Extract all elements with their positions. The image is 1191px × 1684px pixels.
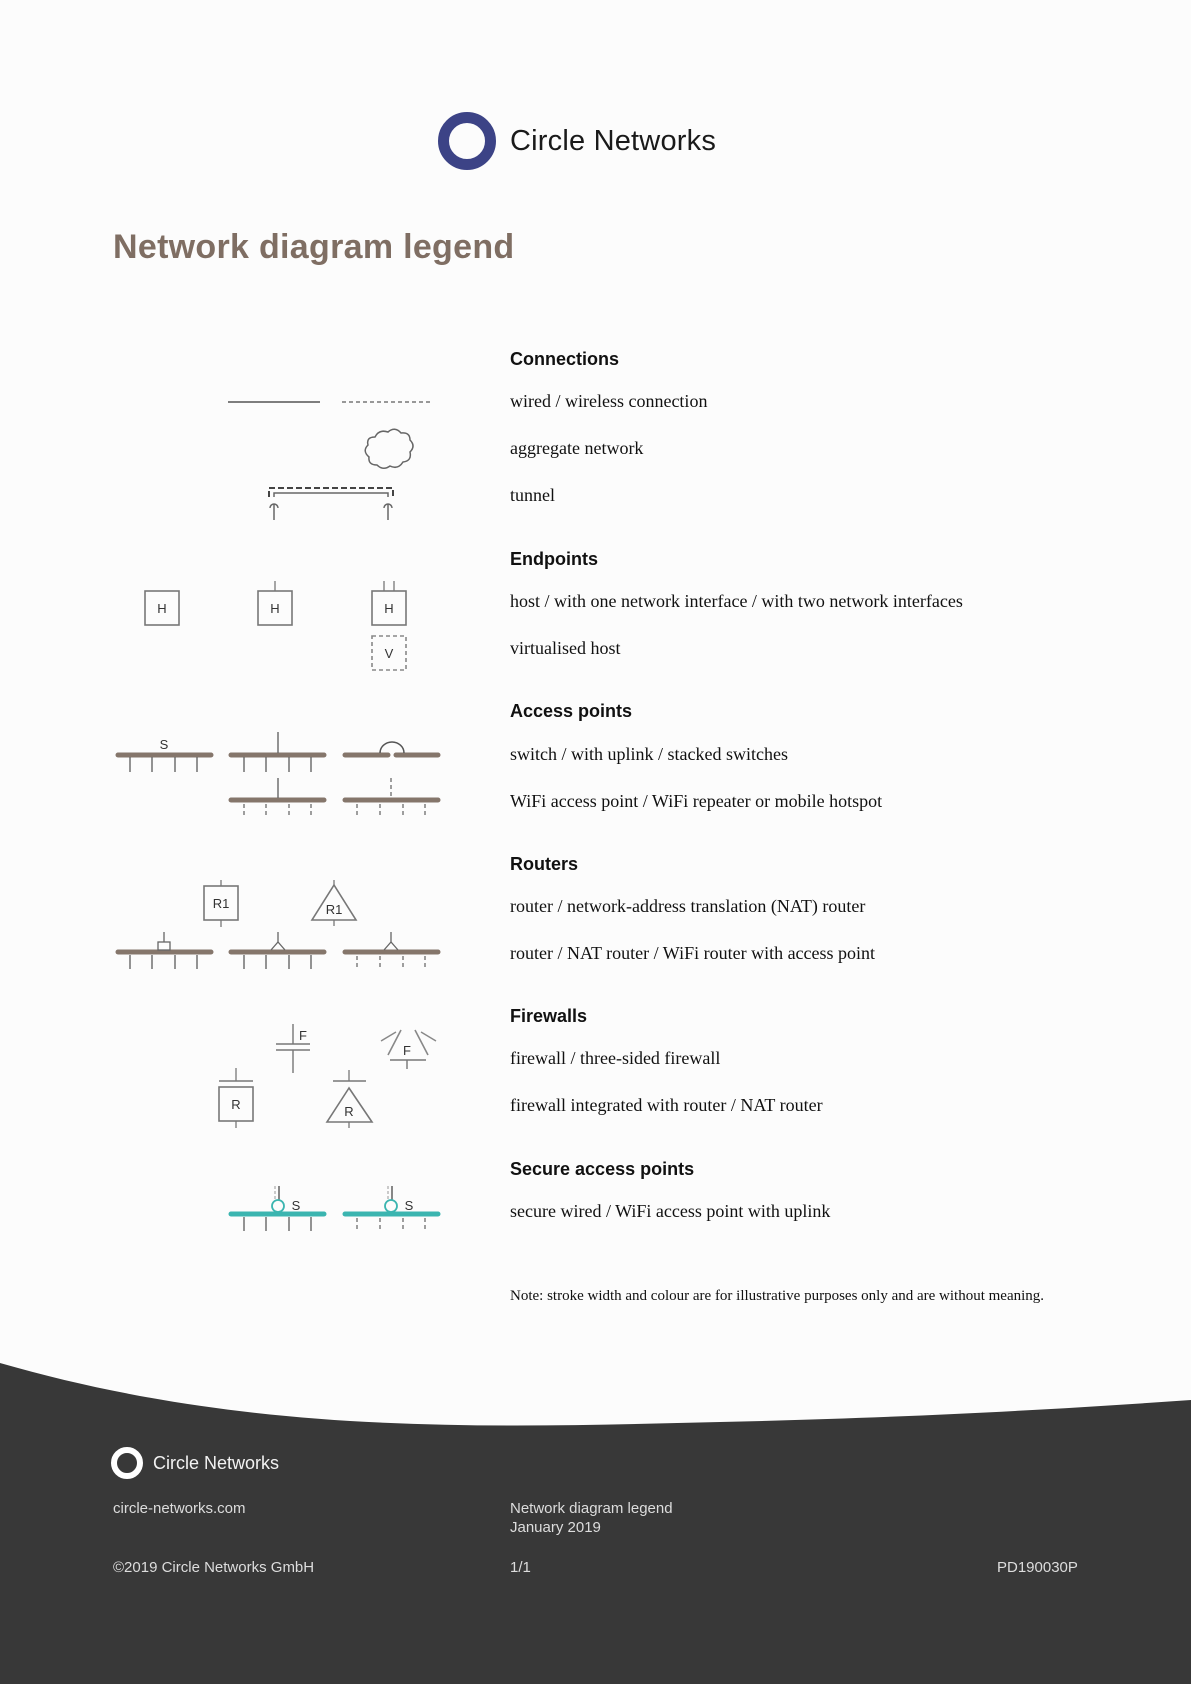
host-two-interfaces-icon: H — [371, 581, 407, 626]
section-heading-routers: Routers — [510, 854, 579, 874]
firewall-router-label: R — [344, 1104, 353, 1119]
wifi-router-icon — [342, 932, 441, 970]
nat-router-icon: R1 — [310, 880, 358, 926]
footer-page-number: 1/1 — [510, 1559, 531, 1576]
page-title: Network diagram legend — [113, 228, 515, 266]
brand-name: Circle Networks — [510, 124, 717, 157]
firewall-label: F — [299, 1028, 307, 1043]
wifi-access-point-icon — [228, 778, 327, 818]
firewall-router-label: R — [231, 1097, 240, 1112]
host-icon: H — [144, 590, 180, 626]
firewall-nat-router-icon: R — [325, 1070, 374, 1128]
host-label: H — [384, 601, 393, 616]
legend-item: router / network-address translation (NA… — [510, 896, 866, 916]
legend-item: virtualised host — [510, 638, 621, 658]
footer-doc-title: Network diagram legend — [510, 1500, 673, 1517]
legend-item: firewall / three-sided firewall — [510, 1048, 721, 1068]
virtual-host-label: V — [385, 646, 394, 661]
footer-doc-date: January 2019 — [510, 1519, 601, 1536]
legend-item: firewall integrated with router / NAT ro… — [510, 1095, 823, 1115]
firewall-icon: F — [276, 1024, 310, 1073]
section-heading-access-points: Access points — [510, 701, 633, 721]
switch-icon: S — [115, 737, 214, 772]
secure-wifi-access-point-icon: S — [342, 1186, 441, 1232]
circle-ring-logo-icon — [111, 1447, 143, 1479]
footer-brand: Circle Networks — [153, 1452, 280, 1473]
three-sided-firewall-icon: F — [380, 1029, 437, 1069]
switch-with-uplink-icon — [228, 732, 327, 772]
legend-item: secure wired / WiFi access point with up… — [510, 1201, 831, 1221]
router-label: R1 — [213, 896, 230, 911]
wifi-repeater-icon — [342, 778, 441, 818]
footer: Circle Networks circle-networks.com Netw… — [0, 1340, 1191, 1684]
virtualised-host-icon: V — [371, 635, 407, 671]
note: Note: stroke width and colour are for il… — [510, 1288, 1045, 1304]
aggregate-network-cloud-icon — [364, 428, 414, 469]
router-icon: R1 — [203, 880, 239, 927]
secure-switch-label: S — [292, 1198, 301, 1213]
secure-wired-access-point-icon: S — [228, 1186, 327, 1231]
firewall-router-icon: R — [218, 1068, 254, 1128]
legend-item: aggregate network — [510, 438, 644, 458]
section-heading-endpoints: Endpoints — [510, 549, 598, 569]
legend-item: switch / with uplink / stacked switches — [510, 744, 788, 764]
router-label: R1 — [326, 902, 343, 917]
switch-label: S — [160, 737, 169, 752]
host-one-interface-icon: H — [257, 581, 293, 626]
section-heading-firewalls: Firewalls — [510, 1006, 588, 1026]
header-logo: Circle Networks — [438, 112, 716, 170]
footer-logo: Circle Networks — [111, 1447, 279, 1479]
legend-item: WiFi access point / WiFi repeater or mob… — [510, 791, 883, 811]
nat-router-on-switch-icon — [228, 932, 327, 969]
router-on-switch-icon — [115, 932, 214, 969]
footer-website-link[interactable]: circle-networks.com — [113, 1499, 246, 1518]
circle-ring-logo-icon — [438, 112, 496, 170]
secure-switch-label: S — [405, 1198, 414, 1213]
tunnel-icon — [268, 487, 394, 520]
section-heading-connections: Connections — [510, 349, 620, 369]
host-label: H — [270, 601, 279, 616]
host-label: H — [157, 601, 166, 616]
stacked-switches-icon — [342, 741, 441, 758]
legend-item: tunnel — [510, 485, 555, 505]
section-heading-secure-access-points: Secure access points — [510, 1159, 695, 1179]
legend-item: host / with one network interface / with… — [510, 591, 963, 611]
footer-doc-code: PD190030P — [997, 1559, 1078, 1576]
footer-copyright: ©2019 Circle Networks GmbH — [113, 1559, 315, 1576]
legend-item: wired / wireless connection — [510, 391, 708, 411]
legend-item: router / NAT router / WiFi router with a… — [510, 943, 876, 963]
firewall-label: F — [403, 1043, 411, 1058]
